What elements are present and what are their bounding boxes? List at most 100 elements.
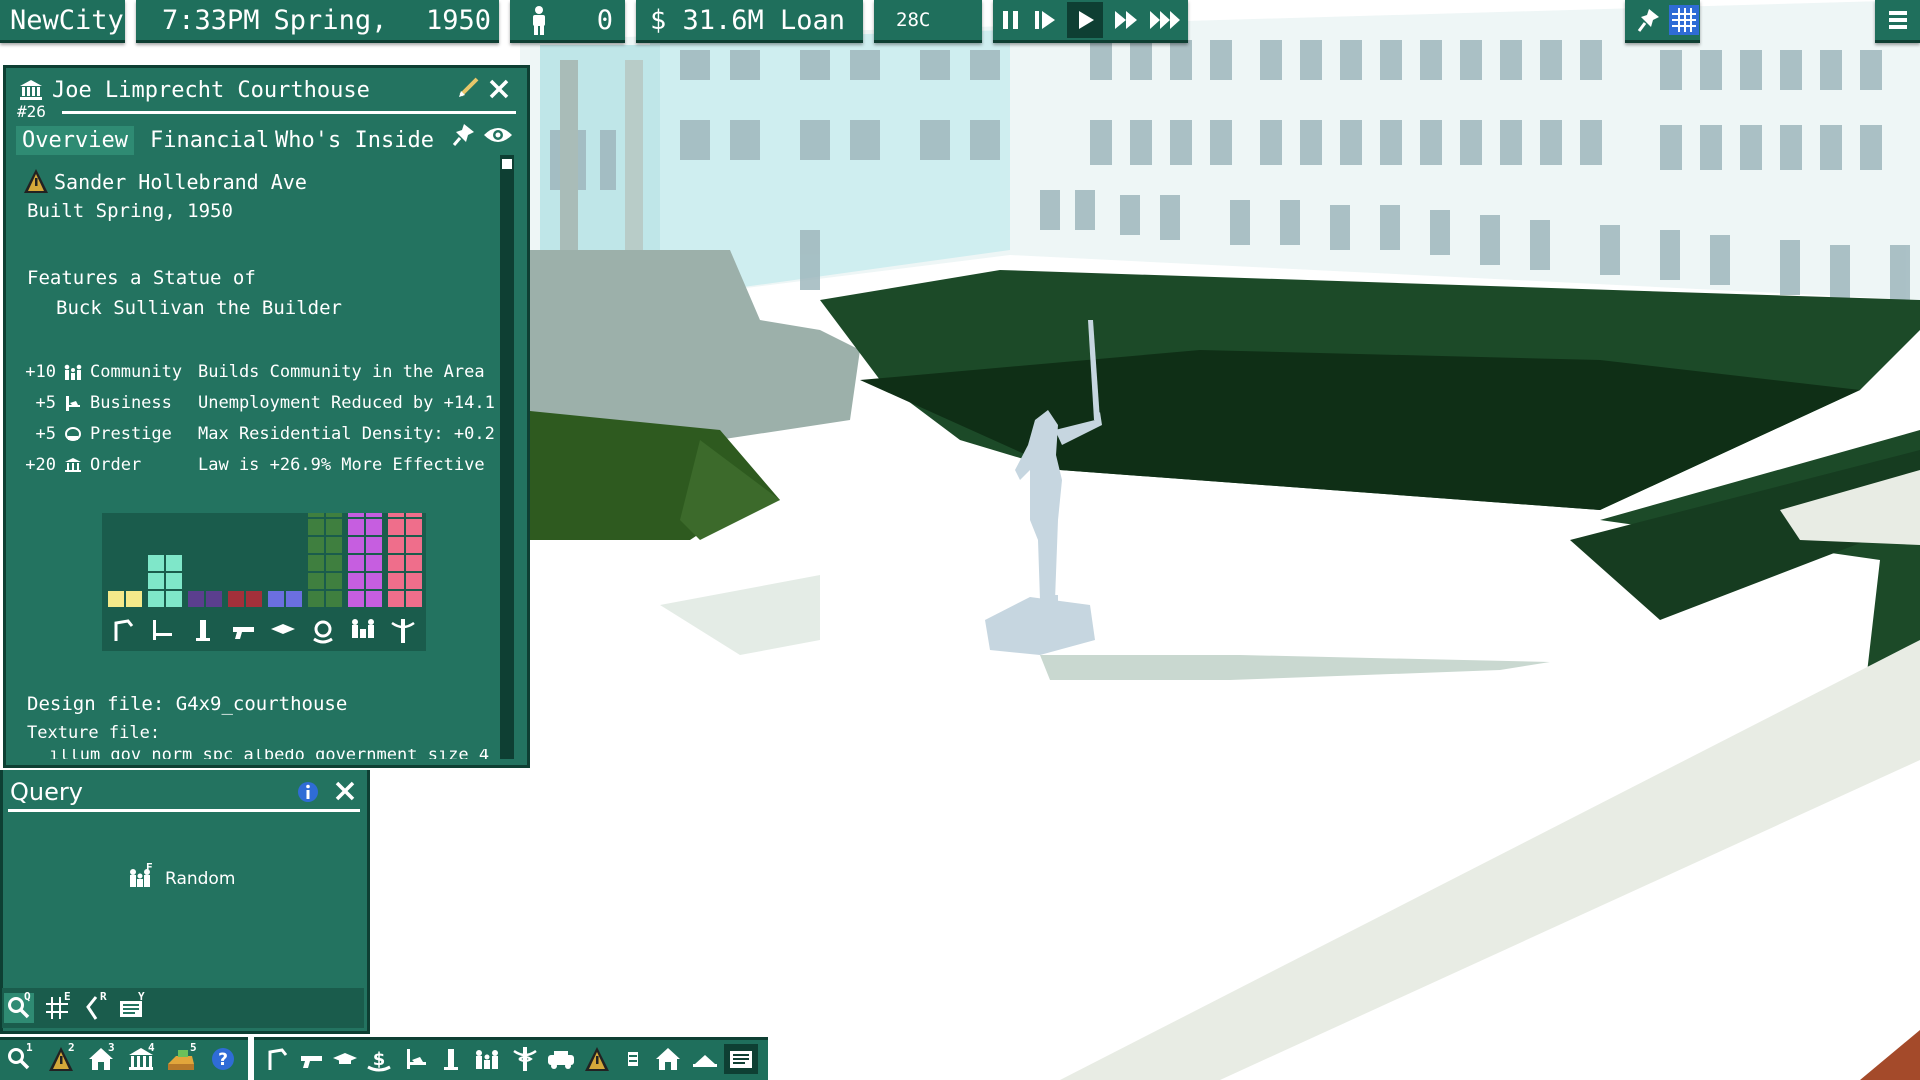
pin-icon[interactable] — [1637, 7, 1661, 33]
chart-block-pistol — [246, 591, 262, 607]
chart-block-health-money — [326, 513, 342, 517]
chart-block-family — [366, 591, 382, 607]
chart-block-health-money — [326, 573, 342, 589]
step-icon[interactable] — [1033, 8, 1057, 32]
budget-icon[interactable]: 5 — [166, 1041, 197, 1074]
chart-block-retail — [166, 591, 182, 607]
city-name-box[interactable]: NewCity — [0, 0, 125, 43]
education-icon[interactable] — [330, 1044, 360, 1074]
chart-block-health-money — [308, 591, 324, 607]
pin-icon[interactable] — [452, 122, 476, 150]
newspaper-icon[interactable] — [724, 1044, 758, 1074]
info-icon[interactable] — [296, 780, 320, 808]
family-icon[interactable] — [472, 1044, 502, 1074]
query-icon[interactable]: 1 — [4, 1041, 34, 1074]
panel-title: Joe Limprecht Courthouse — [52, 78, 370, 103]
edit-pencil-icon[interactable] — [458, 76, 480, 102]
route-tool-icon[interactable]: R — [80, 990, 110, 1023]
chart-block-medical — [406, 573, 422, 589]
pistol-icon[interactable] — [296, 1044, 326, 1074]
tab-financial[interactable]: Financial — [144, 126, 275, 155]
close-icon[interactable] — [334, 780, 356, 806]
grid-tool-icon[interactable]: E — [42, 990, 72, 1023]
hamburger-menu-icon[interactable] — [1887, 9, 1909, 31]
family-icon — [62, 364, 84, 380]
chart-block-pistol — [228, 591, 244, 607]
chart-block-health-money — [326, 555, 342, 571]
chart-block-health-money — [326, 537, 342, 553]
panel-scrollbar[interactable] — [500, 155, 514, 759]
tab-overview[interactable]: Overview — [16, 126, 134, 155]
report-tool-icon[interactable]: Y — [116, 990, 146, 1023]
effect-name: Prestige — [90, 424, 172, 444]
office-tower-icon — [196, 620, 210, 641]
chart-block-office — [206, 591, 222, 607]
business-icon[interactable] — [402, 1044, 432, 1074]
data-icon[interactable] — [618, 1044, 648, 1074]
transit-icon[interactable] — [546, 1044, 576, 1074]
effect-value: +20 — [25, 455, 56, 475]
money-box[interactable]: $ 31.6M Loan — [636, 0, 863, 43]
chart-block-family — [366, 513, 382, 517]
menu-box[interactable] — [1875, 0, 1920, 43]
hotkey-badge: R — [100, 990, 107, 1003]
effect-desc: Unemployment Reduced by +14.1 — [198, 393, 495, 413]
tab-whos-inside[interactable]: Who's Inside — [269, 126, 440, 155]
panel-scrollbar-thumb[interactable] — [502, 159, 512, 169]
person-icon — [528, 5, 550, 35]
health-money-icon — [313, 620, 333, 644]
office-tower-icon[interactable] — [436, 1044, 466, 1074]
effect-value: +5 — [35, 393, 56, 413]
chart-block-health-money — [308, 513, 324, 517]
roads-icon[interactable] — [582, 1044, 612, 1074]
grid-icon[interactable] — [1669, 5, 1699, 35]
chart-block-health-money — [308, 537, 324, 553]
close-icon[interactable] — [488, 78, 510, 104]
chart-block-retail — [166, 555, 182, 571]
home-icon[interactable] — [653, 1044, 683, 1074]
fast-forward-icon[interactable] — [1113, 8, 1139, 32]
medical-icon[interactable] — [510, 1044, 540, 1074]
family-icon — [352, 619, 374, 638]
pistol-icon — [233, 627, 254, 639]
chart-block-medical — [406, 513, 422, 517]
effect-row-order: +20 Order Law is +26.9% More Effective — [22, 455, 485, 475]
zone-residential-icon[interactable]: 3 — [86, 1041, 116, 1074]
health-money-icon[interactable]: $ — [364, 1044, 394, 1074]
chart-block-medical — [406, 519, 422, 535]
money-label: $ 31.6M Loan — [650, 4, 846, 36]
roads-icon[interactable]: 2 — [46, 1041, 76, 1074]
population-box[interactable]: 0 — [510, 0, 625, 43]
temperature-label: 28C — [896, 9, 931, 31]
amenity-icon[interactable] — [690, 1044, 720, 1074]
industry-zone-icon[interactable] — [262, 1044, 292, 1074]
effect-name: Business — [90, 393, 172, 413]
industry-icon — [114, 619, 134, 641]
effect-row-prestige: +5 Prestige Max Residential Density: +0.… — [22, 424, 495, 444]
help-icon[interactable]: ? — [208, 1044, 238, 1074]
map-tools — [1625, 0, 1700, 43]
temperature-box: 28C — [874, 0, 982, 43]
query-random-button[interactable]: F Random — [127, 861, 235, 892]
chart-block-family — [348, 555, 364, 571]
address-label[interactable]: Sander Hollebrand Ave — [54, 170, 307, 194]
chart-block-health-money — [308, 555, 324, 571]
chart-block-education — [286, 591, 302, 607]
chart-block-industry — [108, 591, 124, 607]
year-label: 1950 — [425, 4, 491, 36]
fastest-forward-icon[interactable] — [1149, 8, 1181, 32]
effect-name: Order — [90, 455, 142, 475]
effect-row-business: +5 Business Unemployment Reduced by +14.… — [22, 393, 495, 413]
zone-demand-chart — [102, 513, 426, 651]
government-building-icon[interactable]: 4 — [126, 1041, 156, 1074]
chart-block-medical — [388, 555, 404, 571]
eye-icon[interactable] — [482, 124, 514, 150]
design-file-label: Design file: G4x9_courthouse — [27, 693, 348, 715]
play-icon[interactable] — [1067, 2, 1103, 38]
pause-icon[interactable] — [999, 8, 1023, 32]
query-tool-icon[interactable]: Q — [4, 990, 34, 1023]
effect-desc: Law is +26.9% More Effective — [198, 455, 485, 475]
warning-icon — [23, 168, 49, 198]
chart-block-retail — [148, 591, 164, 607]
chart-block-retail — [148, 573, 164, 589]
